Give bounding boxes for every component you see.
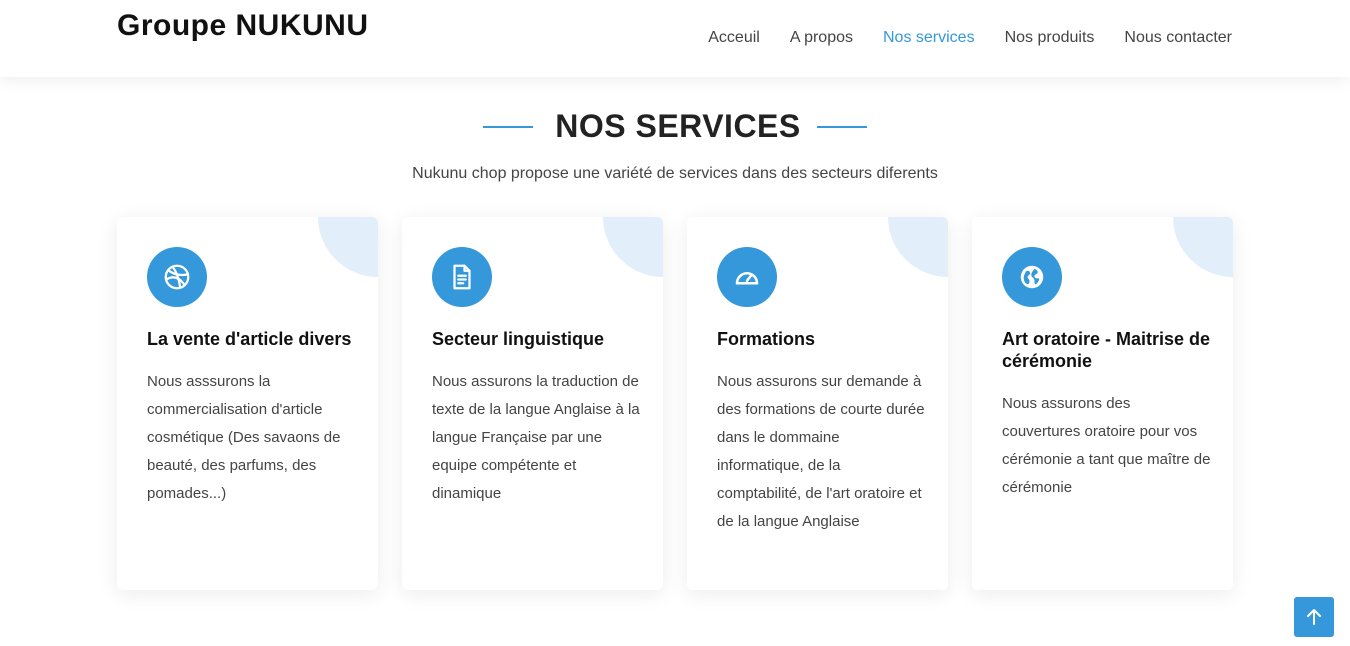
service-description: Nous assurons la traduction de texte de … <box>432 373 640 502</box>
service-title: Formations <box>717 329 816 349</box>
service-description: Nous asssurons la commercialisation d'ar… <box>147 373 341 502</box>
section-heading: NOS SERVICES <box>0 108 1350 145</box>
card-corner-decoration <box>603 217 663 277</box>
service-card-linguistique[interactable]: Secteur linguistique Nous assurons la tr… <box>402 217 663 590</box>
nav-item-nous-contacter[interactable]: Nous contacter <box>1124 29 1232 47</box>
services-grid: La vente d'article divers Nous asssurons… <box>117 217 1233 590</box>
service-title: La vente d'article divers <box>147 329 352 349</box>
file-text-icon <box>432 247 492 307</box>
section-title: NOS SERVICES <box>555 108 801 144</box>
card-corner-decoration <box>318 217 378 277</box>
main-nav: Acceuil A propos Nos services Nos produi… <box>708 29 1232 47</box>
card-corner-decoration <box>1173 217 1233 277</box>
dribbble-icon <box>147 247 207 307</box>
site-header: Groupe NUKUNU Acceuil A propos Nos servi… <box>0 0 1350 77</box>
service-title: Art oratoire - Maitrise de cérémonie <box>1002 329 1211 371</box>
title-line-left <box>483 125 534 128</box>
nav-item-nos-services[interactable]: Nos services <box>883 29 975 47</box>
globe-icon <box>1002 247 1062 307</box>
service-title: Secteur linguistique <box>432 329 605 349</box>
section-subtitle: Nukunu chop propose une variété de servi… <box>412 165 938 182</box>
nav-item-nos-produits[interactable]: Nos produits <box>1005 29 1095 47</box>
nav-item-a-propos[interactable]: A propos <box>790 29 853 47</box>
service-card-formations[interactable]: Formations Nous assurons sur demande à d… <box>687 217 948 590</box>
site-logo[interactable]: Groupe NUKUNU <box>117 9 369 43</box>
card-corner-decoration <box>888 217 948 277</box>
nav-item-acceuil[interactable]: Acceuil <box>708 29 760 47</box>
service-card-art-oratoire[interactable]: Art oratoire - Maitrise de cérémonie Nou… <box>972 217 1233 590</box>
service-card-vente[interactable]: La vente d'article divers Nous asssurons… <box>117 217 378 590</box>
speedometer-icon <box>717 247 777 307</box>
back-to-top-button[interactable] <box>1294 597 1334 637</box>
arrow-up-icon <box>1307 609 1321 625</box>
service-description: Nous assurons sur demande à des formatio… <box>717 373 925 530</box>
service-description: Nous assurons des couvertures oratoire p… <box>1002 395 1211 496</box>
title-line-right <box>816 125 867 128</box>
